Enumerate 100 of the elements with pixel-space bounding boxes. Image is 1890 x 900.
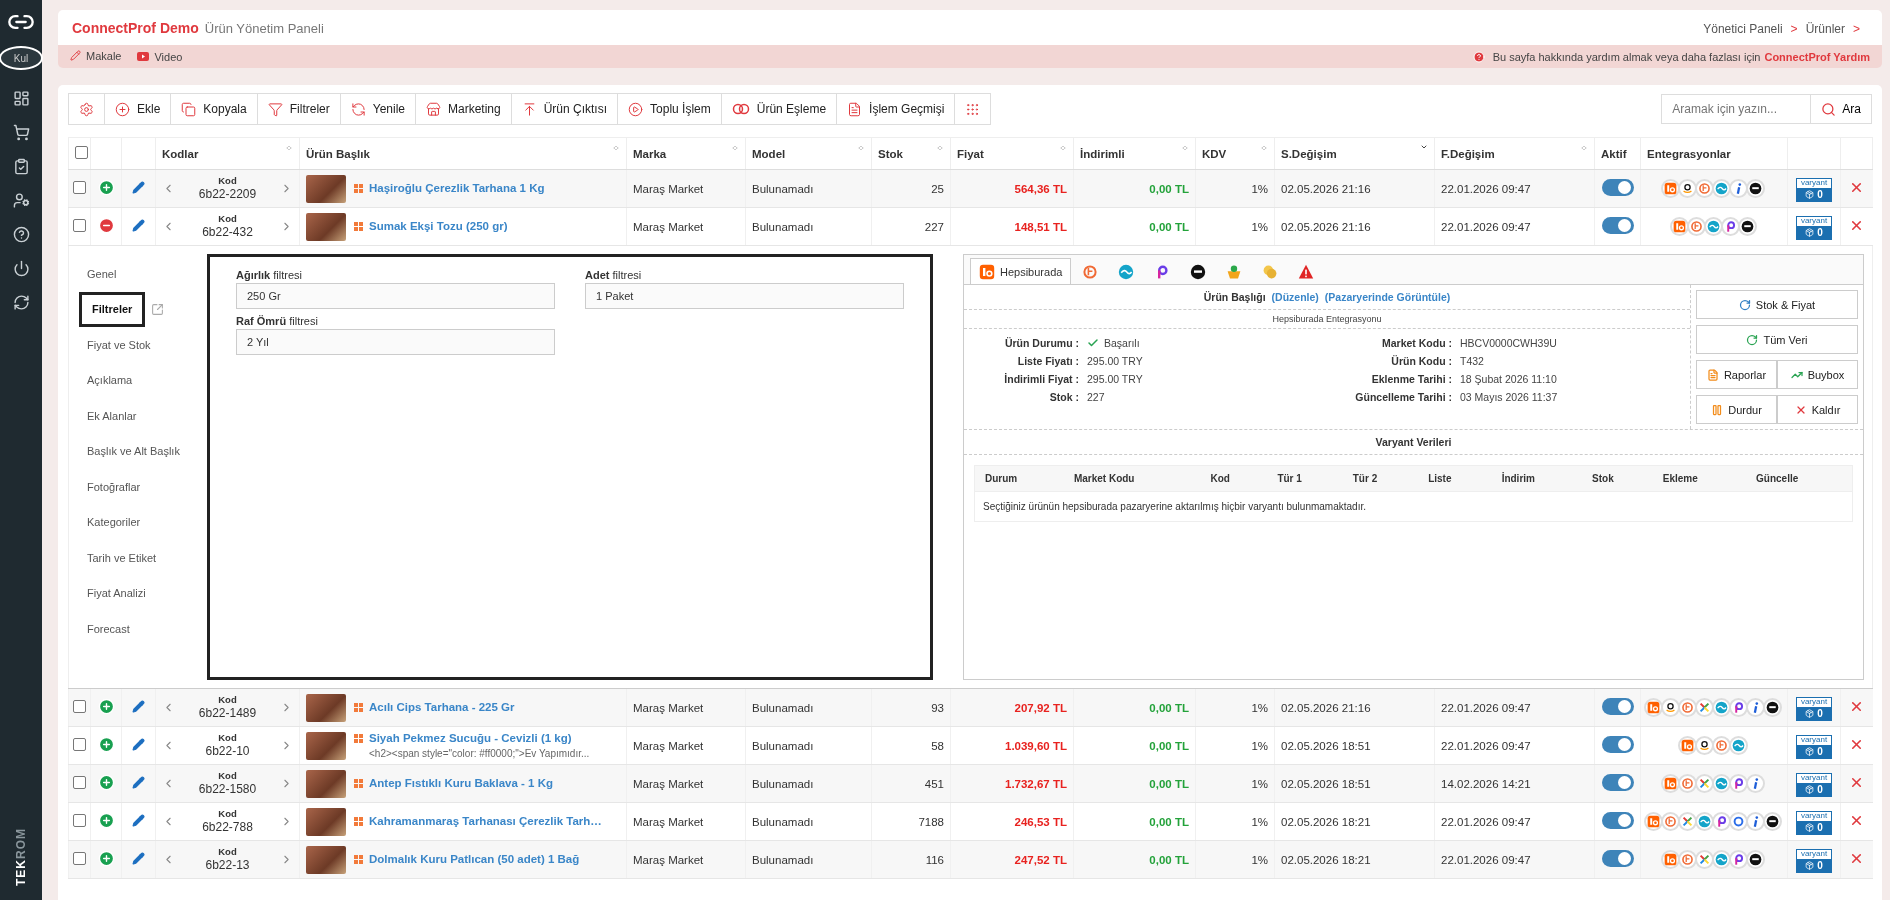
active-toggle[interactable] — [1601, 850, 1634, 867]
column-header: Ekleme — [1652, 465, 1747, 492]
row-checkbox[interactable] — [73, 814, 86, 827]
variant-button[interactable]: varyant 0 — [1796, 735, 1832, 759]
active-toggle[interactable] — [1601, 812, 1634, 829]
table-cell: 1% — [1195, 764, 1275, 803]
refresh-icon[interactable] — [12, 294, 30, 311]
row-checkbox[interactable] — [73, 181, 86, 194]
expand-button[interactable] — [97, 774, 115, 791]
active-toggle[interactable] — [1601, 736, 1634, 753]
expand-button[interactable] — [97, 698, 115, 715]
edit-button[interactable] — [132, 219, 145, 232]
variant-button[interactable]: varyant 0 — [1796, 811, 1832, 835]
product-link[interactable]: Dolmalık Kuru Patlıcan (50 adet) 1 Bağ — [369, 851, 580, 868]
product-link[interactable]: Sumak Ekşi Tozu (250 gr) — [369, 218, 508, 235]
column-header: Tür 1 — [1267, 465, 1343, 492]
power-icon[interactable] — [12, 260, 30, 277]
table-cell: 227 — [871, 207, 951, 246]
grid-icon — [354, 184, 363, 193]
search-icon — [1821, 101, 1837, 117]
column-header: Market Kodu — [1063, 465, 1201, 492]
photo-placeholder — [306, 174, 346, 203]
marketplace-tab[interactable]: Hepsiburada — [970, 258, 1072, 284]
box-icon — [1805, 860, 1815, 870]
edit-button[interactable] — [132, 181, 145, 194]
expand-button[interactable] — [97, 736, 115, 753]
code-value: 6b22-10 — [205, 743, 250, 759]
edit-button[interactable] — [132, 700, 145, 713]
marketplace-logo-icon — [1190, 263, 1207, 280]
dashboard-icon[interactable] — [12, 90, 30, 107]
expand-button[interactable] — [97, 812, 115, 829]
field-value: 227 — [1087, 391, 1105, 403]
variant-button[interactable]: varyant 0 — [1796, 697, 1832, 721]
edit-button[interactable] — [132, 738, 145, 751]
table-cell: 22.01.2026 09:47 — [1434, 726, 1595, 765]
table-cell: 22.01.2026 09:47 — [1434, 207, 1595, 246]
table-cell: 1.039,60 TL — [950, 726, 1074, 765]
expand-button[interactable] — [97, 217, 115, 234]
product-link[interactable]: Haşiroğlu Çerezlik Tarhana 1 Kg — [369, 180, 545, 197]
table-cell: 1% — [1195, 802, 1275, 841]
user-settings-icon[interactable] — [12, 192, 30, 209]
column-header: Stok — [878, 147, 903, 160]
help-link[interactable]: Makale — [70, 49, 122, 62]
plus-icon — [115, 101, 130, 117]
action-button[interactable]: Durdur — [1696, 395, 1777, 424]
marketplace-logo-icon — [1226, 263, 1243, 280]
clipboard-check-icon[interactable] — [12, 158, 30, 175]
edit-button[interactable] — [132, 852, 145, 865]
help-link[interactable]: Video — [137, 50, 183, 63]
table-cell: Maraş Market — [626, 726, 746, 765]
help-icon[interactable] — [12, 226, 30, 243]
table-cell: Bulunamadı — [745, 207, 872, 246]
input-field[interactable]: 2 Yıl — [236, 329, 555, 355]
column-header: Marka — [633, 147, 667, 160]
action-button[interactable]: Buybox — [1777, 360, 1858, 389]
edit-button[interactable] — [132, 814, 145, 827]
input-field[interactable]: 1 Paket — [585, 283, 904, 309]
marketplace-logo-icon — [1298, 263, 1315, 280]
column-header: Ürün Başlık — [306, 147, 370, 160]
row-checkbox[interactable] — [73, 776, 86, 789]
product-link[interactable]: Antep Fıstıklı Kuru Baklava - 1 Kg — [369, 775, 554, 792]
row-checkbox[interactable] — [73, 219, 86, 232]
row-checkbox[interactable] — [73, 738, 86, 751]
action-button[interactable]: Stok & Fiyat — [1696, 290, 1858, 319]
product-link[interactable]: Siyah Pekmez Sucuğu - Cevizli (1 kg) — [369, 730, 572, 747]
marketplace-view-link[interactable]: (Pazaryerinde Görüntüle) — [1324, 291, 1451, 303]
table-cell: 1.732,67 TL — [950, 764, 1074, 803]
avatar[interactable]: Kul — [0, 46, 43, 70]
row-checkbox[interactable] — [73, 852, 86, 865]
expand-button[interactable] — [97, 850, 115, 867]
breadcrumb-link[interactable]: Yönetici Paneli — [1703, 21, 1783, 36]
action-button[interactable]: Raporlar — [1696, 360, 1777, 389]
search-button[interactable]: Ara — [1811, 94, 1872, 124]
cart-icon[interactable] — [12, 124, 30, 141]
field-label: Liste Fiyatı : — [1016, 355, 1079, 367]
product-title-label: Ürün Başlığı — [1203, 291, 1266, 303]
select-all-checkbox[interactable] — [75, 146, 88, 159]
active-toggle[interactable] — [1601, 774, 1634, 791]
variant-button[interactable]: varyant 0 — [1796, 216, 1832, 240]
input-field[interactable]: 250 Gr — [236, 283, 555, 309]
column-header: Kod — [1200, 465, 1268, 492]
edit-link[interactable]: (Düzenle) — [1271, 291, 1319, 303]
variant-button[interactable]: varyant 0 — [1796, 773, 1832, 797]
product-link[interactable]: Kahramanmaraş Tarhanası Çerezlik Tarh… — [369, 813, 602, 830]
breadcrumb-link[interactable]: Ürünler — [1805, 21, 1845, 36]
edit-button[interactable] — [132, 776, 145, 789]
action-button[interactable]: Kaldır — [1777, 395, 1858, 424]
action-button[interactable]: Tüm Veri — [1696, 325, 1858, 354]
search-field[interactable]: Aramak için yazın... — [1661, 94, 1812, 124]
variant-button[interactable]: varyant 0 — [1796, 178, 1832, 202]
product-link[interactable]: Acılı Cips Tarhana - 225 Gr — [369, 699, 515, 716]
row-checkbox[interactable] — [73, 700, 86, 713]
active-toggle[interactable] — [1601, 698, 1634, 715]
variant-button[interactable]: varyant 0 — [1796, 849, 1832, 873]
field-label: Ürün Durumu : — [1003, 337, 1079, 349]
active-toggle[interactable] — [1601, 217, 1634, 234]
expand-button[interactable] — [97, 179, 115, 196]
side-tab[interactable]: Filtreler — [79, 291, 146, 327]
external-link-icon[interactable] — [151, 302, 165, 316]
active-toggle[interactable] — [1601, 179, 1634, 196]
